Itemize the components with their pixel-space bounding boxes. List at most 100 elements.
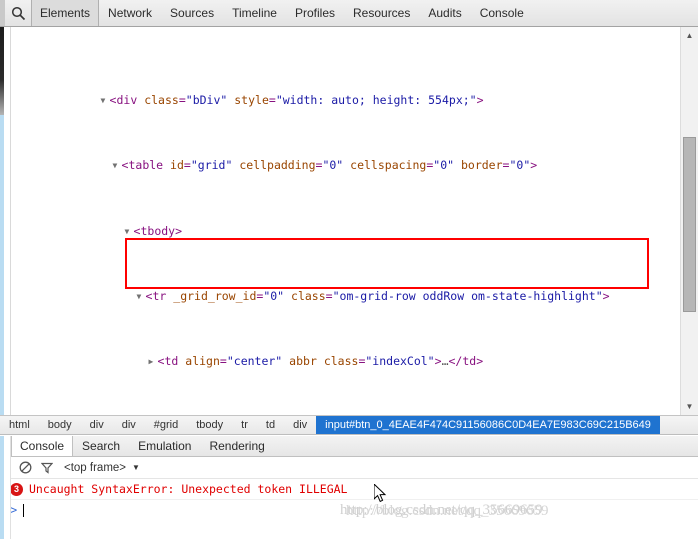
breadcrumb-item-tbody[interactable]: tbody <box>187 416 232 434</box>
tab-network[interactable]: Network <box>99 0 161 26</box>
dom-node-bdiv[interactable]: ▼ <div class="bDiv" style="width: auto; h… <box>11 76 678 107</box>
breadcrumb: html body div div #grid tbody tr td div … <box>0 415 698 435</box>
tab-profiles[interactable]: Profiles <box>286 0 344 26</box>
tab-sources[interactable]: Sources <box>161 0 223 26</box>
tab-label: Console <box>479 6 524 20</box>
attr-name: abbr <box>289 353 317 368</box>
console-error-message[interactable]: 3 Uncaught SyntaxError: Unexpected token… <box>0 479 698 500</box>
tab-resources[interactable]: Resources <box>344 0 419 26</box>
breadcrumb-label: html <box>9 419 30 431</box>
frame-selector[interactable]: <top frame> ▼ <box>64 462 140 474</box>
console-error-text: Uncaught SyntaxError: Unexpected token I… <box>29 482 348 496</box>
frame-selector-label: <top frame> <box>64 461 127 474</box>
tab-console[interactable]: Console <box>471 0 533 26</box>
dom-node-td-host[interactable]: ▶<td align="left" abbr="host" class="col… <box>11 402 678 415</box>
tab-timeline[interactable]: Timeline <box>223 0 286 26</box>
scroll-up-arrow-icon[interactable]: ▲ <box>681 27 698 44</box>
tag-name: td <box>164 353 179 368</box>
panel-left-spacer <box>4 27 11 415</box>
attr-name: cellpadding <box>239 158 316 173</box>
drawer-tabs: Console Search Emulation Rendering <box>0 436 698 457</box>
dom-tree-scrollbar[interactable]: ▲ ▼ <box>680 27 698 415</box>
disclosure-triangle-open-icon[interactable]: ▼ <box>125 224 134 240</box>
tag-name: td <box>462 353 477 368</box>
attr-name: _grid_row_id <box>173 288 257 303</box>
attr-value: "om-grid-row oddRow om-state-highlight" <box>332 288 603 303</box>
breadcrumb-item-td[interactable]: td <box>257 416 284 434</box>
drawer-tab-console[interactable]: Console <box>11 436 74 456</box>
breadcrumb-label: tbody <box>196 419 224 431</box>
attr-name: cellspacing <box>350 158 427 173</box>
drawer-tab-label: Rendering <box>209 439 265 453</box>
breadcrumb-item-input-selected[interactable]: input#btn_0_4EAE4F474C91156086C0D4EA7E98… <box>316 416 660 434</box>
breadcrumb-item-tr[interactable]: tr <box>232 416 257 434</box>
breadcrumb-item-div-3[interactable]: div <box>284 416 316 434</box>
drawer-tab-emulation[interactable]: Emulation <box>129 436 200 456</box>
text-caret <box>23 503 25 517</box>
elements-dom-tree-panel[interactable]: ▼ <div class="bDiv" style="width: auto; h… <box>0 27 698 415</box>
breadcrumb-item-html[interactable]: html <box>0 416 39 434</box>
tab-label: Audits <box>428 6 462 20</box>
breadcrumb-item-div-1[interactable]: div <box>81 416 113 434</box>
tag-name: tbody <box>140 223 176 238</box>
breadcrumb-label: div <box>89 419 104 431</box>
error-count-badge: 3 <box>10 482 23 496</box>
attr-value: "center" <box>226 353 283 368</box>
attr-name: align <box>185 353 220 368</box>
drawer-tab-label: Console <box>20 439 65 453</box>
tab-audits[interactable]: Audits <box>419 0 470 26</box>
dom-tree-code[interactable]: ▼ <div class="bDiv" style="width: auto; h… <box>11 27 678 415</box>
attr-name: style <box>234 93 269 108</box>
drawer-tab-label: Search <box>82 439 121 453</box>
tab-elements[interactable]: Elements <box>31 0 100 26</box>
panel-tabs: Elements Network Sources Timeline Profil… <box>31 0 533 26</box>
tag-name: table <box>128 158 164 173</box>
breadcrumb-label: #grid <box>153 419 179 431</box>
attr-value: "bDiv" <box>185 93 228 108</box>
console-toolbar: <top frame> ▼ <box>0 457 698 479</box>
drawer-left-spacer <box>4 436 11 541</box>
clear-console-icon[interactable] <box>14 461 36 474</box>
attr-name: border <box>460 158 503 173</box>
disclosure-triangle-open-icon[interactable]: ▼ <box>137 289 146 305</box>
breadcrumb-label: body <box>47 419 72 431</box>
breadcrumb-item-div-2[interactable]: div <box>113 416 145 434</box>
breadcrumb-label: td <box>265 419 276 431</box>
breadcrumb-label: input#btn_0_4EAE4F474C91156086C0D4EA7E98… <box>325 419 651 431</box>
tab-label: Resources <box>353 6 411 20</box>
scroll-down-arrow-icon[interactable]: ▼ <box>681 398 698 415</box>
filter-icon[interactable] <box>36 462 58 474</box>
attr-value: "0" <box>263 288 285 303</box>
search-icon[interactable] <box>5 0 31 26</box>
attr-value: "width: auto; height: 554px;" <box>275 93 477 108</box>
dom-node-tr[interactable]: ▼ <tr _grid_row_id="0" class="om-grid-row… <box>11 271 678 303</box>
breadcrumb-item-body[interactable]: body <box>39 416 81 434</box>
console-drawer: Console Search Emulation Rendering <top … <box>0 436 698 541</box>
drawer-tab-search[interactable]: Search <box>73 436 129 456</box>
dom-node-td-indexcol[interactable]: ▶ <td align="center" abbr class="indexCol… <box>11 337 678 368</box>
attr-value: "0" <box>433 158 455 173</box>
tab-label: Sources <box>170 6 215 20</box>
console-prompt[interactable]: > <box>0 500 698 517</box>
attr-name: class <box>144 93 179 108</box>
scrollbar-thumb[interactable] <box>683 137 696 312</box>
attr-name: class <box>323 353 359 368</box>
breadcrumb-label: div <box>121 419 136 431</box>
disclosure-triangle-open-icon[interactable]: ▼ <box>113 158 122 174</box>
breadcrumb-label: div <box>293 419 308 431</box>
attr-value: "indexCol" <box>365 353 435 368</box>
dom-node-tbody[interactable]: ▼ <tbody> <box>11 206 678 238</box>
breadcrumb-item-grid[interactable]: #grid <box>145 416 187 434</box>
tab-label: Profiles <box>294 6 335 20</box>
dom-node-table-grid[interactable]: ▼ <table id="grid" cellpadding="0" cellsp… <box>11 141 678 172</box>
attr-name: id <box>170 158 184 173</box>
disclosure-triangle-closed-icon[interactable]: ▶ <box>149 354 158 370</box>
collapsed-children: … <box>441 353 449 368</box>
disclosure-triangle-open-icon[interactable]: ▼ <box>101 93 110 109</box>
drawer-tab-rendering[interactable]: Rendering <box>200 436 273 456</box>
attr-value: "grid" <box>190 158 233 173</box>
tab-label: Network <box>108 6 153 20</box>
tag-name: tr <box>152 288 167 303</box>
attr-value: "0" <box>322 158 344 173</box>
tab-label: Timeline <box>232 6 277 20</box>
